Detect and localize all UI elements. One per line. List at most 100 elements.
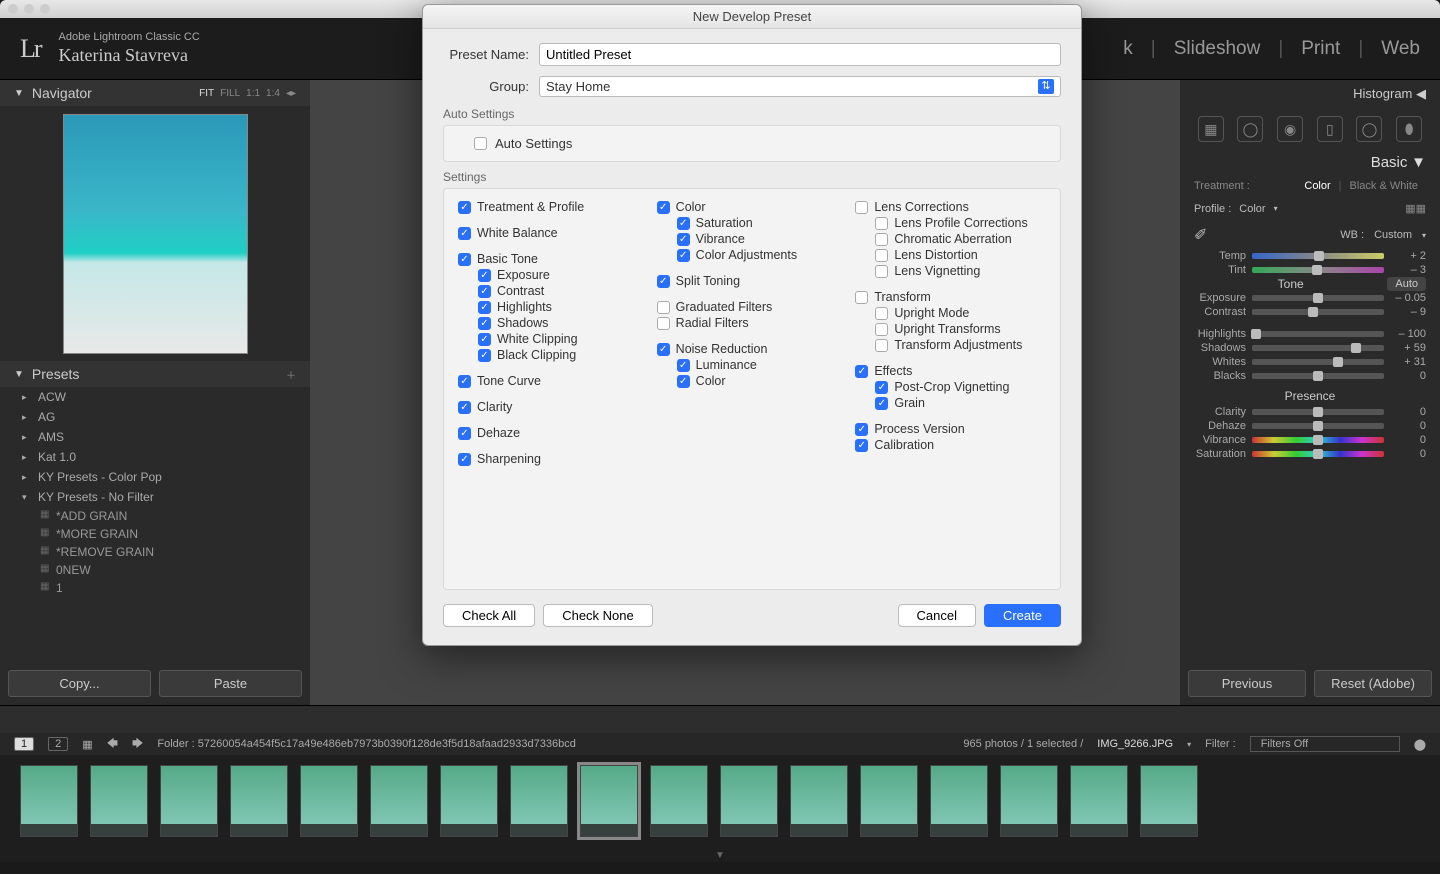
treatment-color[interactable]: Color bbox=[1296, 180, 1338, 192]
slider-dehaze[interactable]: Dehaze 0 bbox=[1180, 419, 1440, 433]
preset-group[interactable]: AMS bbox=[0, 427, 310, 447]
slider-tint[interactable]: Tint – 3 bbox=[1180, 263, 1440, 277]
checkbox[interactable] bbox=[478, 317, 491, 330]
checkbox[interactable] bbox=[875, 323, 888, 336]
group-select[interactable]: Stay Home ⇅ bbox=[539, 76, 1061, 97]
preset-group[interactable]: ACW bbox=[0, 387, 310, 407]
preset-item[interactable]: *MORE GRAIN bbox=[0, 525, 310, 543]
view-2-button[interactable]: 2 bbox=[48, 737, 68, 751]
slider-blacks[interactable]: Blacks 0 bbox=[1180, 369, 1440, 383]
paste-button[interactable]: Paste bbox=[159, 670, 302, 697]
filmstrip-thumbnail[interactable] bbox=[580, 765, 638, 837]
slider-vibrance[interactable]: Vibrance 0 bbox=[1180, 433, 1440, 447]
eyedropper-icon[interactable]: ✐ bbox=[1194, 225, 1207, 245]
zoom-icon[interactable] bbox=[40, 4, 50, 14]
checkbox[interactable] bbox=[657, 343, 670, 356]
checkbox[interactable] bbox=[875, 217, 888, 230]
filmstrip-thumbnail[interactable] bbox=[160, 765, 218, 837]
filmstrip-thumbnail[interactable] bbox=[1070, 765, 1128, 837]
checkbox[interactable] bbox=[458, 227, 471, 240]
checkbox[interactable] bbox=[875, 265, 888, 278]
checkbox[interactable] bbox=[855, 439, 868, 452]
filmstrip-thumbnail[interactable] bbox=[1140, 765, 1198, 837]
reset-button[interactable]: Reset (Adobe) bbox=[1314, 670, 1432, 697]
prev-arrow-icon[interactable]: 🡄 bbox=[107, 735, 118, 754]
brush-icon[interactable]: ⬮ bbox=[1396, 116, 1422, 142]
slider-temp[interactable]: Temp + 2 bbox=[1180, 249, 1440, 263]
checkbox[interactable] bbox=[875, 307, 888, 320]
previous-button[interactable]: Previous bbox=[1188, 670, 1306, 697]
preset-group[interactable]: Kat 1.0 bbox=[0, 447, 310, 467]
checkbox[interactable] bbox=[875, 339, 888, 352]
checkbox[interactable] bbox=[677, 217, 690, 230]
filter-dropdown[interactable]: Filters Off bbox=[1250, 736, 1400, 752]
checkbox[interactable] bbox=[478, 285, 491, 298]
preset-item[interactable]: 0NEW bbox=[0, 561, 310, 579]
checkbox[interactable] bbox=[657, 301, 670, 314]
close-icon[interactable] bbox=[8, 4, 18, 14]
slider-saturation[interactable]: Saturation 0 bbox=[1180, 447, 1440, 461]
filmstrip-thumbnail[interactable] bbox=[650, 765, 708, 837]
module-partial[interactable]: k bbox=[1123, 38, 1133, 60]
profile-browser-icon[interactable]: ▦▦ bbox=[1405, 202, 1426, 215]
filmstrip-thumbnail[interactable] bbox=[230, 765, 288, 837]
checkbox[interactable] bbox=[478, 333, 491, 346]
checkbox[interactable] bbox=[478, 269, 491, 282]
checkbox[interactable] bbox=[855, 365, 868, 378]
preset-item[interactable]: *ADD GRAIN bbox=[0, 507, 310, 525]
checkbox[interactable] bbox=[677, 233, 690, 246]
filmstrip-thumbnail[interactable] bbox=[510, 765, 568, 837]
checkbox[interactable] bbox=[458, 375, 471, 388]
filmstrip-thumbnail[interactable] bbox=[90, 765, 148, 837]
filmstrip-thumbnail[interactable] bbox=[1000, 765, 1058, 837]
checkbox[interactable] bbox=[458, 453, 471, 466]
add-preset-icon[interactable]: ＋ bbox=[286, 367, 296, 382]
slider-clarity[interactable]: Clarity 0 bbox=[1180, 405, 1440, 419]
filmstrip-thumbnail[interactable] bbox=[720, 765, 778, 837]
checkbox[interactable] bbox=[875, 233, 888, 246]
checkbox[interactable] bbox=[677, 359, 690, 372]
slider-shadows[interactable]: Shadows + 59 bbox=[1180, 341, 1440, 355]
filmstrip-thumbnail[interactable] bbox=[930, 765, 988, 837]
filter-lock-icon[interactable]: ⬤ bbox=[1414, 738, 1426, 751]
radial-icon[interactable]: ◯ bbox=[1356, 116, 1382, 142]
preset-group[interactable]: AG bbox=[0, 407, 310, 427]
profile-value[interactable]: Color bbox=[1239, 203, 1265, 215]
preset-name-input[interactable] bbox=[539, 43, 1061, 66]
checkbox[interactable] bbox=[657, 201, 670, 214]
checkbox[interactable] bbox=[458, 201, 471, 214]
checkbox[interactable] bbox=[875, 249, 888, 262]
histogram-header[interactable]: Histogram ◀ bbox=[1180, 80, 1440, 108]
checkbox[interactable] bbox=[855, 291, 868, 304]
slider-exposure[interactable]: Exposure – 0.05 bbox=[1180, 291, 1440, 305]
redeye-icon[interactable]: ◉ bbox=[1277, 116, 1303, 142]
auto-settings-checkbox[interactable] bbox=[474, 137, 487, 150]
checkbox[interactable] bbox=[458, 401, 471, 414]
view-1-button[interactable]: 1 bbox=[14, 737, 34, 751]
treatment-bw[interactable]: Black & White bbox=[1342, 180, 1426, 192]
next-arrow-icon[interactable]: 🡆 bbox=[132, 735, 143, 754]
checkbox[interactable] bbox=[478, 349, 491, 362]
check-all-button[interactable]: Check All bbox=[443, 604, 535, 627]
module-slideshow[interactable]: Slideshow bbox=[1174, 38, 1261, 60]
checkbox[interactable] bbox=[677, 249, 690, 262]
module-web[interactable]: Web bbox=[1381, 38, 1420, 60]
cancel-button[interactable]: Cancel bbox=[898, 604, 976, 627]
filmstrip-thumbnail[interactable] bbox=[370, 765, 428, 837]
checkbox[interactable] bbox=[677, 375, 690, 388]
filmstrip-thumbnail[interactable] bbox=[20, 765, 78, 837]
checkbox[interactable] bbox=[478, 301, 491, 314]
module-print[interactable]: Print bbox=[1301, 38, 1340, 60]
basic-panel-header[interactable]: Basic ▼ bbox=[1180, 150, 1440, 176]
spot-icon[interactable]: ◯ bbox=[1237, 116, 1263, 142]
filmstrip-toggle-icon[interactable]: ▼ bbox=[0, 850, 1440, 862]
graduated-icon[interactable]: ▯ bbox=[1317, 116, 1343, 142]
filmstrip-thumbnail[interactable] bbox=[790, 765, 848, 837]
slider-whites[interactable]: Whites + 31 bbox=[1180, 355, 1440, 369]
filmstrip-thumbnail[interactable] bbox=[440, 765, 498, 837]
navigator-zoom-options[interactable]: FIT FILL 1:1 1:4 ◂▸ bbox=[199, 88, 296, 99]
checkbox[interactable] bbox=[875, 381, 888, 394]
auto-button[interactable]: Auto bbox=[1387, 277, 1426, 291]
preset-group-open[interactable]: KY Presets - No Filter bbox=[0, 487, 310, 507]
filmstrip-thumbnail[interactable] bbox=[860, 765, 918, 837]
